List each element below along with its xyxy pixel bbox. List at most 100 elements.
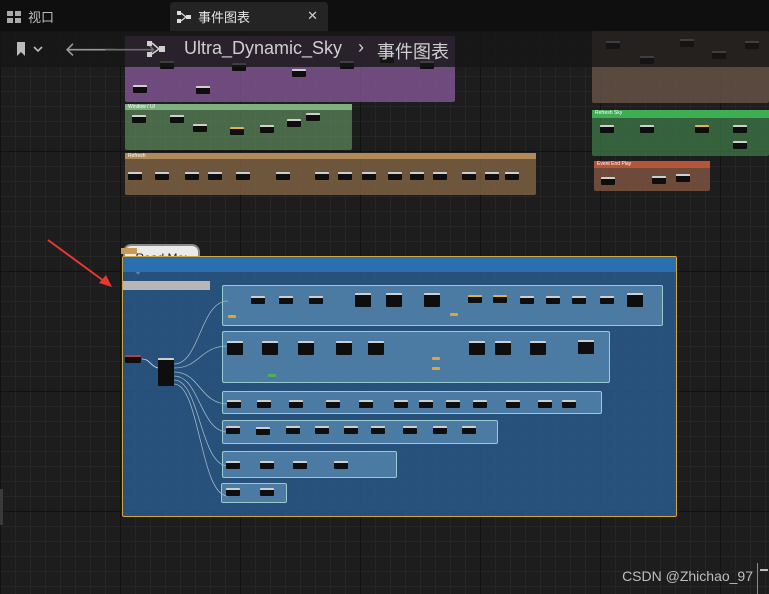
graph-node[interactable] [394, 400, 408, 408]
graph-node[interactable] [170, 115, 184, 123]
graph-node[interactable] [185, 172, 199, 180]
graph-node[interactable] [226, 488, 240, 496]
graph-node[interactable] [386, 293, 402, 307]
graph-node[interactable] [359, 400, 373, 408]
graph-node[interactable] [600, 125, 614, 133]
minimize-control-icon[interactable] [757, 563, 769, 594]
graph-node[interactable] [733, 125, 747, 133]
graph-canvas[interactable]: Window / UI Refresh Refresh Sky Event En… [0, 31, 769, 594]
graph-node[interactable] [336, 341, 352, 355]
graph-node[interactable] [410, 172, 424, 180]
graph-node[interactable] [338, 172, 352, 180]
graph-node[interactable] [133, 85, 147, 93]
graph-node[interactable] [289, 400, 303, 408]
graph-node[interactable] [600, 296, 614, 304]
comment-box-refresh-sky[interactable]: Refresh Sky [592, 110, 769, 156]
graph-node[interactable] [538, 400, 552, 408]
graph-node[interactable] [506, 400, 520, 408]
graph-node[interactable] [652, 176, 666, 184]
graph-node[interactable] [562, 400, 576, 408]
graph-node[interactable] [627, 293, 643, 307]
graph-node[interactable] [334, 461, 348, 469]
graph-node[interactable] [309, 296, 323, 304]
graph-node[interactable] [251, 296, 265, 304]
graph-node[interactable] [196, 86, 210, 94]
graph-node[interactable] [371, 426, 385, 434]
graph-node[interactable] [208, 172, 222, 180]
graph-node-pin [228, 315, 236, 318]
graph-node[interactable] [530, 341, 546, 355]
graph-node[interactable] [468, 295, 482, 303]
graph-node[interactable] [326, 400, 340, 408]
graph-node[interactable] [572, 296, 586, 304]
graph-node[interactable] [286, 426, 300, 434]
graph-node[interactable] [424, 293, 440, 307]
graph-node[interactable] [368, 341, 384, 355]
graph-node[interactable] [473, 400, 487, 408]
graph-node[interactable] [132, 115, 146, 123]
graph-node[interactable] [315, 426, 329, 434]
graph-node[interactable] [520, 296, 534, 304]
graph-node[interactable] [287, 119, 301, 127]
graph-node[interactable] [292, 69, 306, 77]
close-icon[interactable]: ✕ [307, 8, 318, 24]
graph-node[interactable] [230, 127, 244, 135]
graph-node[interactable] [433, 172, 447, 180]
graph-node[interactable] [462, 426, 476, 434]
graph-node[interactable] [505, 172, 519, 180]
graph-node[interactable] [403, 426, 417, 434]
comment-box-inner[interactable] [222, 285, 663, 326]
graph-node[interactable] [279, 296, 293, 304]
bookmark-icon[interactable] [14, 41, 46, 57]
graph-node[interactable] [546, 296, 560, 304]
graph-node[interactable] [155, 172, 169, 180]
graph-node[interactable] [193, 124, 207, 132]
graph-node[interactable] [388, 172, 402, 180]
graph-node-event[interactable] [125, 355, 141, 363]
graph-node[interactable] [257, 400, 271, 408]
graph-node[interactable] [462, 172, 476, 180]
graph-node[interactable] [298, 341, 314, 355]
graph-node[interactable] [419, 400, 433, 408]
graph-node[interactable] [469, 341, 485, 355]
graph-node[interactable] [293, 461, 307, 469]
tab-viewport[interactable]: 视口 [6, 2, 166, 31]
graph-node[interactable] [227, 341, 243, 355]
graph-node[interactable] [226, 426, 240, 434]
graph-node[interactable] [344, 426, 358, 434]
graph-node[interactable] [276, 172, 290, 180]
graph-node[interactable] [306, 113, 320, 121]
graph-node[interactable] [640, 125, 654, 133]
graph-node[interactable] [578, 340, 594, 354]
tab-event-graph[interactable]: 事件图表 ✕ [170, 2, 328, 31]
graph-node[interactable] [433, 426, 447, 434]
graph-node[interactable] [262, 341, 278, 355]
graph-node[interactable] [256, 427, 270, 435]
graph-node[interactable] [355, 293, 371, 307]
graph-node[interactable] [260, 488, 274, 496]
graph-node[interactable] [362, 172, 376, 180]
graph-node[interactable] [236, 172, 250, 180]
graph-node[interactable] [493, 295, 507, 303]
graph-node[interactable] [315, 172, 329, 180]
comment-box-inner[interactable] [222, 451, 397, 478]
graph-node[interactable] [446, 400, 460, 408]
graph-node[interactable] [227, 400, 241, 408]
graph-node[interactable] [676, 174, 690, 182]
graph-node[interactable] [260, 125, 274, 133]
comment-box-inner[interactable] [222, 331, 610, 383]
graph-node[interactable] [260, 461, 274, 469]
breadcrumb-event-graph[interactable]: 事件图表 [377, 38, 449, 64]
graph-node[interactable] [128, 172, 142, 180]
graph-node[interactable] [485, 172, 499, 180]
breadcrumb-blueprint[interactable]: Ultra_Dynamic_Sky [184, 38, 342, 59]
tab-bar: 视口 事件图表 ✕ [0, 0, 769, 31]
graph-node-pin [450, 313, 458, 316]
graph-node[interactable] [695, 125, 709, 133]
vertical-scrollbar[interactable] [0, 489, 3, 525]
graph-node[interactable] [495, 341, 511, 355]
graph-node[interactable] [733, 141, 747, 149]
comment-title-bar [121, 248, 137, 254]
graph-node[interactable] [601, 177, 615, 185]
graph-node[interactable] [226, 461, 240, 469]
